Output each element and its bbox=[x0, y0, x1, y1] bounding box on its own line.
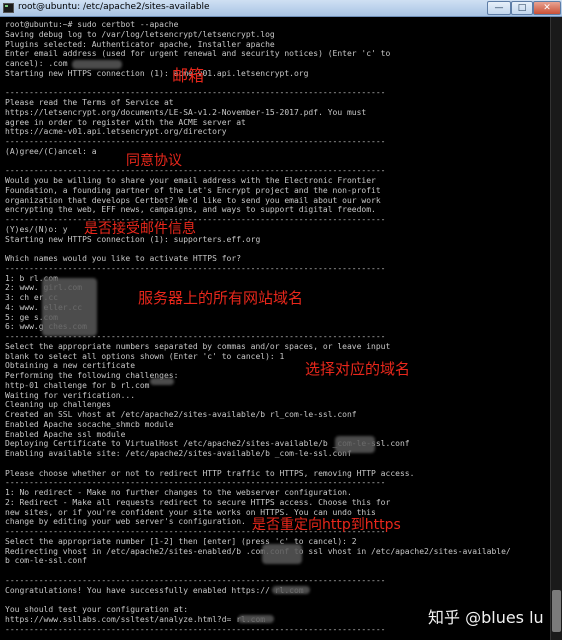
terminal-line: encrypting the web, EFF news, campaigns,… bbox=[5, 205, 376, 215]
redaction-smudge bbox=[150, 378, 174, 385]
redaction-smudge bbox=[262, 544, 302, 564]
terminal-line: Select the appropriate numbers separated… bbox=[5, 341, 391, 351]
terminal-app-icon bbox=[3, 3, 14, 13]
terminal-line: ----------------------------------------… bbox=[5, 575, 386, 585]
redaction-smudge bbox=[272, 586, 310, 594]
terminal-line: 2: Redirect - Make all requests redirect… bbox=[5, 497, 391, 507]
annotation-select-domain: 选择对应的域名 bbox=[305, 360, 411, 378]
terminal-line: ----------------------------------------… bbox=[5, 478, 386, 488]
terminal-line: root@ubuntu:~# sudo certbot --apache bbox=[5, 20, 179, 29]
close-button[interactable]: ✕ bbox=[533, 1, 561, 15]
terminal-line: ----------------------------------------… bbox=[5, 624, 386, 634]
terminal-line: (A)gree/(C)ancel: a bbox=[5, 146, 97, 156]
terminal-line: Please choose whether or not to redirect… bbox=[5, 468, 415, 478]
scrollbar-thumb[interactable] bbox=[552, 590, 561, 632]
annotation-email: 邮箱 bbox=[172, 66, 205, 85]
redaction-smudge bbox=[42, 278, 97, 336]
window-titlebar[interactable]: root@ubuntu: /etc/apache2/sites-availabl… bbox=[0, 0, 562, 17]
terminal-line: Starting new HTTPS connection (1): acme-… bbox=[5, 68, 309, 78]
terminal-line: Created an SSL vhost at /etc/apache2/sit… bbox=[5, 410, 357, 419]
terminal-line: http-01 challenge for b rl.com bbox=[5, 380, 150, 390]
terminal-line: Waiting for verification... bbox=[5, 390, 136, 400]
terminal-line: Please read the Terms of Service at bbox=[5, 98, 174, 107]
maximize-button[interactable]: □ bbox=[511, 1, 533, 15]
terminal-line: Enter email address (used for urgent ren… bbox=[5, 49, 391, 59]
terminal-line: blank to select all options shown (Enter… bbox=[5, 351, 285, 361]
terminal-line: https://letsencrypt.org/documents/LE-SA-… bbox=[5, 107, 367, 117]
terminal-line: Enabled Apache socache_shmcb module bbox=[5, 419, 174, 429]
minimize-button[interactable]: — bbox=[487, 1, 511, 15]
window-title: root@ubuntu: /etc/apache2/sites-availabl… bbox=[18, 2, 210, 12]
terminal-line: change by editing your web server's conf… bbox=[5, 517, 246, 527]
terminal-line: agree in order to register with the ACME… bbox=[5, 117, 246, 127]
terminal-line: Redirecting vhost in /etc/apache2/sites-… bbox=[5, 546, 511, 556]
terminal-line: organization that develops Certbot? We'd… bbox=[5, 195, 381, 205]
terminal-line: Plugins selected: Authenticator apache, … bbox=[5, 39, 275, 49]
terminal-line: Congratulations! You have successfully e… bbox=[5, 585, 304, 595]
terminal-line: Saving debug log to /var/log/letsencrypt… bbox=[5, 29, 275, 39]
terminal-line: https://acme-v01.api.letsencrypt.org/dir… bbox=[5, 127, 227, 137]
terminal-line: Which names would you like to activate H… bbox=[5, 254, 242, 263]
terminal-line: Would you be willing to share your email… bbox=[5, 176, 376, 185]
terminal-line: ----------------------------------------… bbox=[5, 88, 386, 98]
annotation-agree: 同意协议 bbox=[126, 153, 182, 169]
terminal-line: ----------------------------------------… bbox=[5, 166, 386, 176]
terminal-line: Obtaining a new certificate bbox=[5, 361, 136, 371]
terminal-line: cancel): .com bbox=[5, 59, 68, 68]
terminal-line: 1: No redirect - Make no further changes… bbox=[5, 488, 352, 497]
terminal-line: (Y)es/(N)o: y bbox=[5, 224, 68, 234]
terminal-line: ----------------------------------------… bbox=[5, 137, 386, 146]
annotation-redirect: 是否重定向http到https bbox=[252, 517, 401, 533]
annotation-all-domains: 服务器上的所有网站域名 bbox=[138, 289, 304, 307]
redaction-smudge bbox=[72, 60, 122, 69]
terminal-line: Enabling available site: /etc/apache2/si… bbox=[5, 449, 352, 458]
terminal-line: You should test your configuration at: bbox=[5, 605, 189, 614]
annotation-accept-email: 是否接受邮件信息 bbox=[84, 221, 196, 237]
terminal-line: b com-le-ssl.conf bbox=[5, 556, 87, 566]
redaction-smudge bbox=[335, 436, 375, 453]
terminal-line: ----------------------------------------… bbox=[5, 263, 386, 273]
terminal-scrollbar[interactable] bbox=[550, 17, 562, 640]
zhihu-watermark: 知乎 @blues lu bbox=[428, 608, 544, 627]
terminal-line: Enabled Apache ssl module bbox=[5, 429, 126, 439]
terminal-line: Foundation, a founding partner of the Le… bbox=[5, 185, 381, 195]
terminal-line: Cleaning up challenges bbox=[5, 400, 111, 410]
redaction-smudge bbox=[238, 615, 274, 623]
terminal-line: Select the appropriate number [1-2] then… bbox=[5, 536, 357, 546]
terminal-line: https://www.ssllabs.com/ssltest/analyze.… bbox=[5, 614, 266, 624]
